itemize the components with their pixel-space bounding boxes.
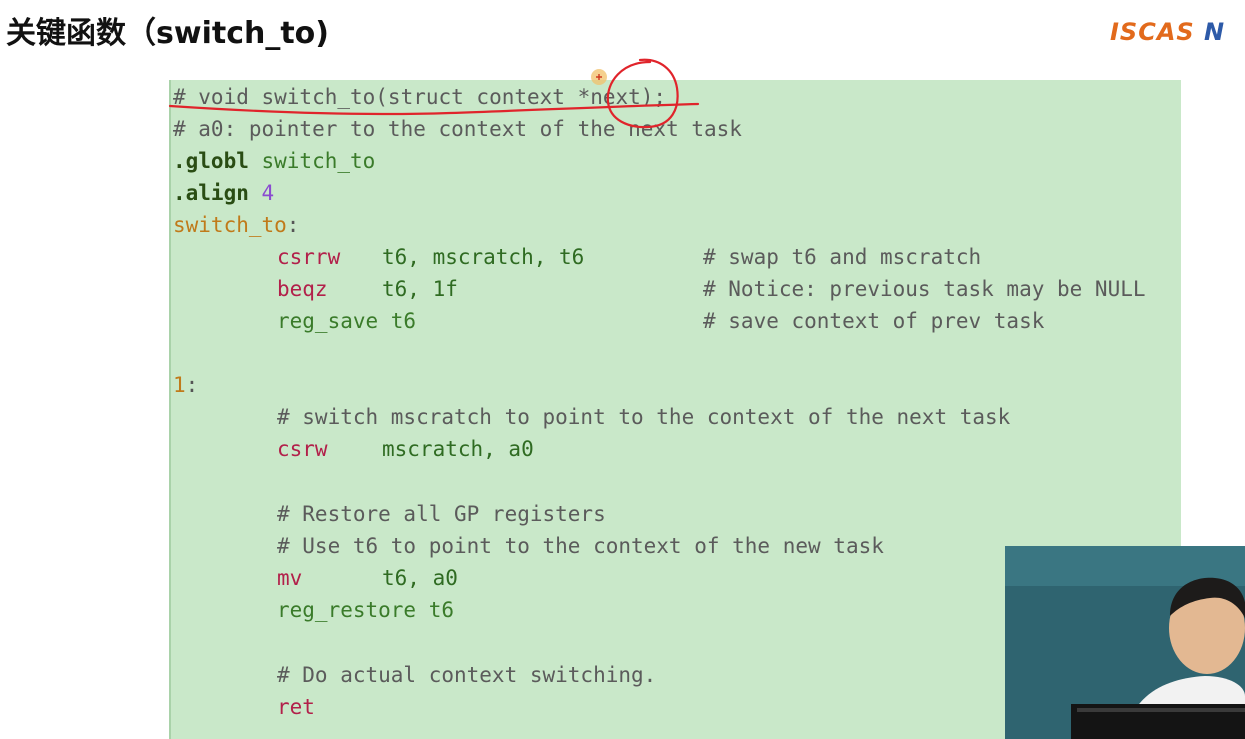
code-line-4: .align 4 (173, 178, 274, 208)
code-line-8: reg_save t6 # save context of prev task (173, 306, 1173, 336)
code-line-17: ret (173, 692, 315, 722)
slide-title: 关键函数（switch_to) (6, 16, 329, 51)
comment: # Restore all GP registers (277, 502, 606, 526)
code-line-5: switch_to: (173, 210, 299, 240)
inline-comment: # Notice: previous task may be NULL (703, 277, 1146, 301)
comment: # Do actual context switching. (277, 663, 657, 687)
code-line-10: # switch mscratch to point to the contex… (173, 402, 1010, 432)
iscas-logo: ISCAS N (1110, 18, 1225, 46)
logo-text-partial: N (1204, 18, 1226, 46)
directive-arg: 4 (261, 181, 275, 205)
logo-text: ISCAS (1110, 18, 1195, 46)
label: 1 (173, 373, 186, 397)
code-line-1: # void switch_to(struct context *next); (173, 85, 667, 109)
code-line-6: csrrw t6, mscratch, t6 # swap t6 and mscra… (173, 242, 1173, 272)
operands: t6, mscratch, t6 (382, 245, 585, 269)
code-line-7: beqz t6, 1f # Notice: previous task may be… (173, 274, 1173, 304)
directive-arg: switch_to (248, 149, 376, 173)
comment: # switch mscratch to point to the contex… (277, 405, 1011, 429)
inline-comment: # swap t6 and mscratch (703, 245, 982, 269)
inline-comment: # save context of prev task (703, 309, 1045, 333)
presenter-video (1005, 546, 1245, 739)
instruction: ret (277, 695, 315, 719)
operands: mscratch, a0 (382, 437, 534, 461)
label-colon: : (286, 213, 300, 237)
operands: t6, 1f (382, 277, 458, 301)
operands: t6, a0 (382, 566, 458, 590)
webcam-overlay (1005, 546, 1245, 739)
code-line-13: # Use t6 to point to the context of the … (173, 531, 884, 561)
directive: .globl (173, 149, 249, 173)
macro-call: reg_restore t6 (277, 598, 455, 622)
label-colon: : (185, 373, 199, 397)
macro-call: reg_save t6 (277, 309, 417, 333)
code-line-11: csrw mscratch, a0 (173, 434, 534, 464)
code-line-2: # a0: pointer to the context of the next… (173, 117, 742, 141)
instruction: csrw (277, 437, 328, 461)
code-line-16: # Do actual context switching. (173, 660, 656, 690)
code-line-3: .globl switch_to (173, 146, 375, 176)
code-line-15: reg_restore t6 (173, 595, 454, 625)
instruction: beqz (277, 277, 328, 301)
code-line-9: 1: (173, 370, 198, 400)
instruction: csrrw (277, 245, 341, 269)
code-line-14: mv t6, a0 (173, 563, 458, 593)
comment: # Use t6 to point to the context of the … (277, 534, 884, 558)
code-line-12: # Restore all GP registers (173, 499, 606, 529)
directive: .align (173, 181, 249, 205)
instruction: mv (277, 566, 303, 590)
label: switch_to (173, 213, 287, 237)
